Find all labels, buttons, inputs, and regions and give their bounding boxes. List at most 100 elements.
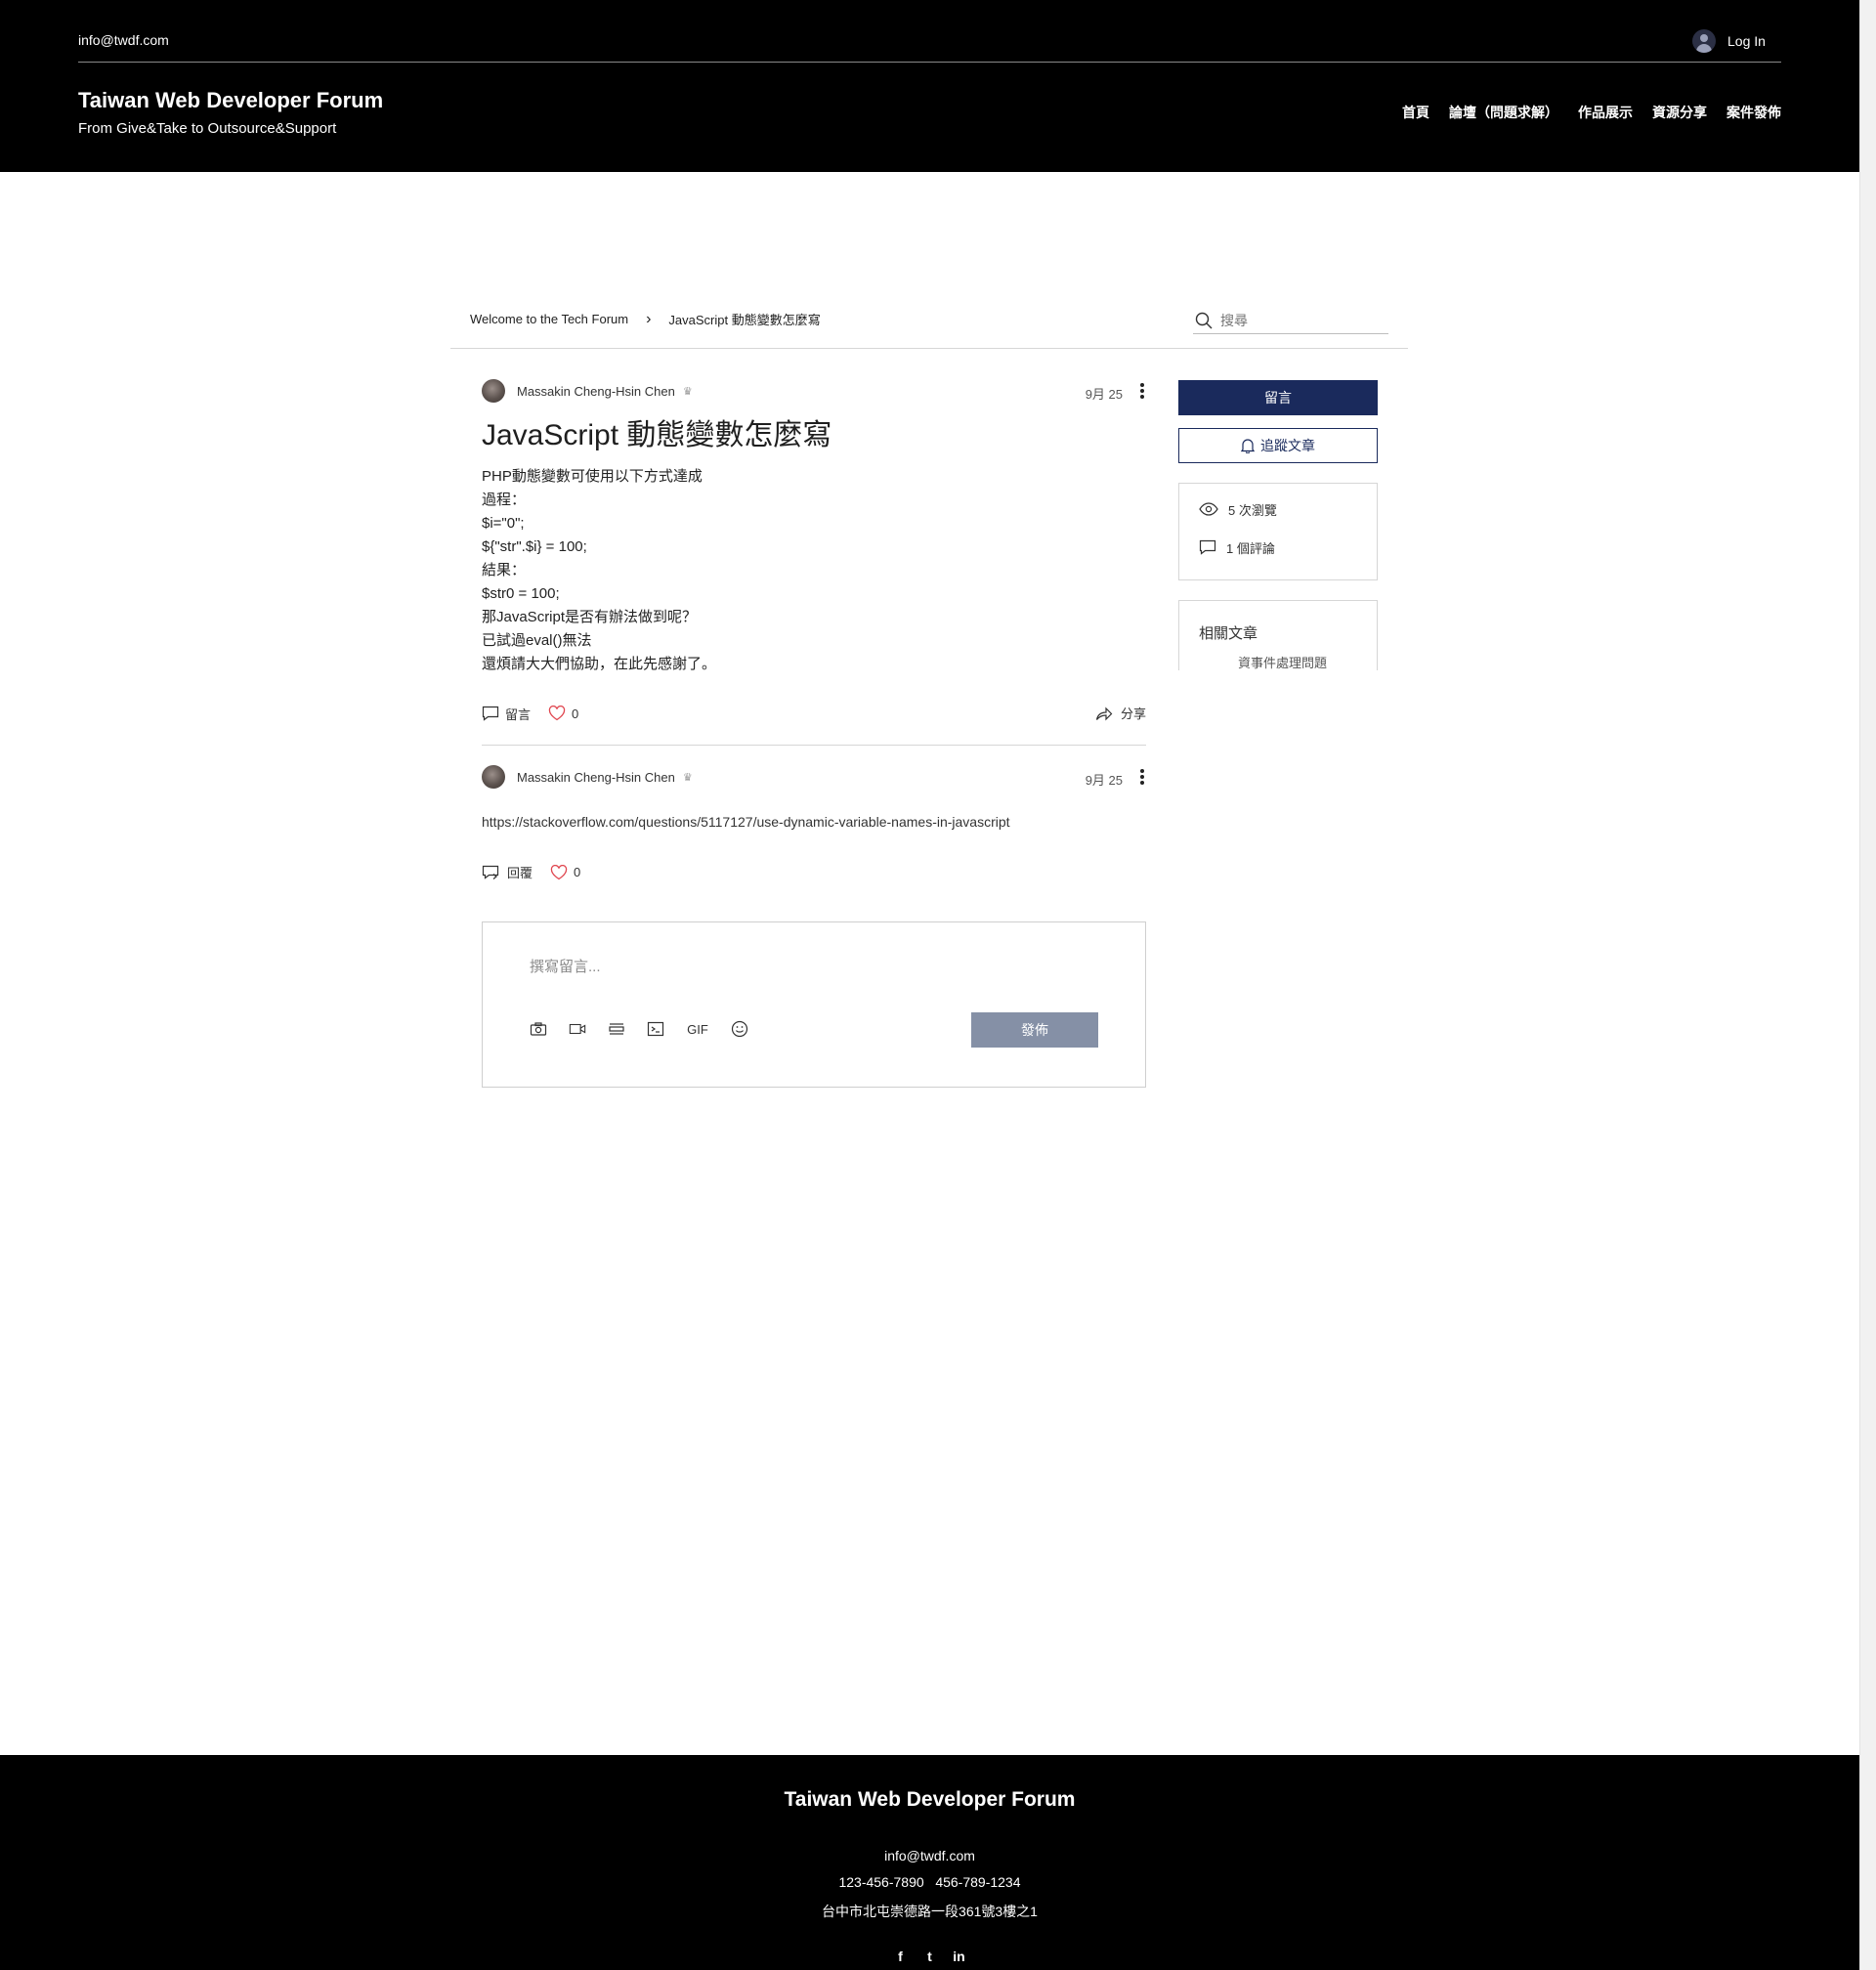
post-body: PHP動態變數可使用以下方式達成 過程： $i="0"; ${"str".$i}…	[482, 465, 1146, 676]
comment-like-button[interactable]: 0	[550, 864, 581, 880]
publish-button[interactable]: 發佈	[971, 1012, 1098, 1048]
post-comment-label: 留言	[505, 707, 532, 722]
share-label: 分享	[1120, 707, 1146, 721]
share-icon	[1095, 707, 1113, 720]
nav-jobs[interactable]: 案件發佈	[1727, 103, 1781, 122]
post-title: JavaScript 動態變數怎麼寫	[482, 419, 832, 451]
comment-like-count: 0	[574, 865, 581, 879]
crown-icon: ♛	[682, 385, 693, 398]
comments-count: 1 個評論	[1226, 540, 1275, 556]
comment-more-options-icon[interactable]	[1138, 767, 1146, 787]
site-subtitle: From Give&Take to Outsource&Support	[78, 120, 337, 137]
comment-date: 9月 25	[1085, 773, 1123, 788]
chevron-right-icon: ›	[646, 310, 652, 327]
crown-icon: ♛	[682, 771, 693, 784]
gif-button[interactable]: GIF	[686, 1020, 709, 1038]
comment-meta: Massakin Cheng-Hsin Chen ♛ 9月 25	[482, 757, 1146, 796]
video-icon[interactable]	[569, 1020, 586, 1038]
post-body-line: 結果：	[482, 562, 527, 578]
follow-post-label: 追蹤文章	[1260, 438, 1315, 453]
site-header: info@twdf.com Log In Taiwan Web Develope…	[0, 0, 1859, 172]
follow-post-button[interactable]: 追蹤文章	[1178, 428, 1378, 463]
eye-icon	[1199, 502, 1218, 516]
footer-address: 台中市北屯崇德路一段361號3樓之1	[822, 1904, 1038, 1919]
post: Massakin Cheng-Hsin Chen ♛ 9月 25 JavaScr…	[482, 371, 1146, 1088]
related-posts: 相關文章 資事件處理問題	[1178, 600, 1378, 670]
sidebar-comment-button[interactable]: 留言	[1178, 380, 1378, 415]
breadcrumb-current: JavaScript 動態變數怎麼寫	[668, 313, 821, 327]
post-stats: 5 次瀏覽 1 個評論	[1178, 483, 1378, 580]
divider-icon[interactable]	[608, 1020, 625, 1038]
user-avatar-icon	[1692, 29, 1716, 53]
emoji-icon[interactable]	[731, 1020, 748, 1038]
site-title[interactable]: Taiwan Web Developer Forum	[78, 88, 383, 113]
twitter-icon[interactable]: t	[922, 1949, 938, 1964]
search-icon[interactable]	[1195, 312, 1213, 329]
code-block-icon[interactable]	[647, 1020, 664, 1038]
header-divider	[78, 62, 1781, 63]
scrollbar[interactable]	[1859, 0, 1876, 1970]
post-divider	[482, 745, 1146, 746]
comment-author[interactable]: Massakin Cheng-Hsin Chen	[517, 770, 675, 785]
nav-resources[interactable]: 資源分享	[1652, 103, 1707, 122]
comments-row: 1 個評論	[1199, 537, 1357, 557]
heart-icon	[550, 864, 568, 879]
post-body-line: 過程：	[482, 492, 527, 508]
camera-icon[interactable]	[530, 1020, 547, 1038]
search-box	[1193, 307, 1388, 334]
social-links: f t in	[0, 1949, 1859, 1964]
page: info@twdf.com Log In Taiwan Web Develope…	[0, 0, 1876, 1970]
comment-icon	[1199, 539, 1216, 555]
nav-home[interactable]: 首頁	[1402, 103, 1429, 122]
comment-actions: 回覆 0	[482, 863, 1146, 881]
header-email[interactable]: info@twdf.com	[78, 32, 169, 48]
footer-phones: 123-456-7890 456-789-1234	[838, 1874, 1021, 1890]
post-body-line: PHP動態變數可使用以下方式達成	[482, 468, 703, 485]
post-body-line: $str0 = 100;	[482, 585, 560, 602]
post-body-line: 還煩請大大們協助，在此先感謝了。	[482, 656, 717, 672]
footer-title: Taiwan Web Developer Forum	[784, 1788, 1076, 1811]
footer-email[interactable]: info@twdf.com	[0, 1848, 1859, 1863]
comment-editor[interactable]: 撰寫留言... GIF 發佈	[482, 921, 1146, 1088]
linkedin-icon[interactable]: in	[952, 1949, 967, 1964]
views-count: 5 次瀏覽	[1228, 502, 1277, 518]
comment-author-avatar[interactable]	[482, 765, 505, 789]
comment-text[interactable]: https://stackoverflow.com/questions/5117…	[482, 814, 1146, 830]
related-posts-title: 相關文章	[1199, 625, 1258, 642]
author-avatar[interactable]	[482, 379, 505, 403]
comment-editor-placeholder[interactable]: 撰寫留言...	[530, 956, 601, 976]
login-label: Log In	[1727, 33, 1766, 49]
related-post-item[interactable]: 資事件處理問題	[1238, 653, 1357, 670]
reply-button[interactable]: 回覆	[482, 863, 533, 881]
post-body-line: 已試過eval()無法	[482, 632, 592, 649]
more-options-icon[interactable]	[1138, 381, 1146, 401]
post-date: 9月 25	[1085, 387, 1123, 402]
nav-forum[interactable]: 論壇（問題求解）	[1449, 103, 1558, 122]
breadcrumb-bar: Welcome to the Tech Forum › JavaScript 動…	[450, 293, 1408, 349]
views-row: 5 次瀏覽	[1199, 499, 1357, 519]
comment-icon	[482, 706, 499, 721]
post-body-line: 那JavaScript是否有辦法做到呢？	[482, 609, 698, 625]
main-nav: 首頁 論壇（問題求解） 作品展示 資源分享 案件發佈	[1402, 103, 1781, 122]
breadcrumb: Welcome to the Tech Forum › JavaScript 動…	[470, 310, 821, 328]
reply-icon	[482, 865, 499, 879]
editor-toolbar: GIF	[530, 1020, 748, 1038]
breadcrumb-home[interactable]: Welcome to the Tech Forum	[470, 312, 628, 326]
nav-showcase[interactable]: 作品展示	[1578, 103, 1633, 122]
heart-icon	[548, 706, 566, 721]
post-body-line: ${"str".$i} = 100;	[482, 538, 587, 555]
bell-icon	[1241, 439, 1255, 453]
post-comment-button[interactable]: 留言	[482, 705, 531, 723]
post-author[interactable]: Massakin Cheng-Hsin Chen	[517, 384, 675, 399]
login-button[interactable]: Log In	[1692, 29, 1766, 53]
post-like-count: 0	[572, 706, 579, 721]
post-like-button[interactable]: 0	[548, 706, 578, 721]
reply-label: 回覆	[507, 866, 533, 880]
search-input[interactable]	[1220, 312, 1377, 328]
post-body-line: $i="0";	[482, 515, 525, 532]
sidebar: 留言 追蹤文章 5 次瀏覽 1 個評論 相關文章 資事件處理問題	[1178, 380, 1378, 670]
facebook-icon[interactable]: f	[893, 1949, 909, 1964]
site-footer: Taiwan Web Developer Forum info@twdf.com…	[0, 1755, 1859, 1970]
share-button[interactable]: 分享	[1095, 704, 1146, 722]
post-actions: 留言 0 分享	[482, 694, 1146, 733]
